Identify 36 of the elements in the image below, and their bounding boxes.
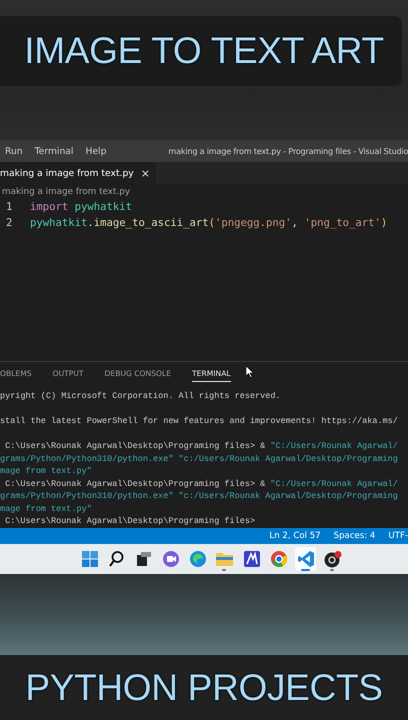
menu-item[interactable]: Help [85, 146, 106, 156]
browser-icon [190, 551, 206, 567]
folder-icon [216, 552, 233, 566]
code-line: import pywhatkit [30, 201, 132, 213]
status-item[interactable]: Ln 2, Col 57 [269, 531, 321, 541]
video-subtitle: PYTHON PROJECTS [25, 666, 383, 708]
terminal-line: pyright (C) Microsoft Corporation. All rights reserved. [0, 390, 282, 402]
window-title: making a image from text.py - Programing files - Visual Studio [168, 146, 408, 156]
chrome-icon [270, 551, 286, 567]
terminal-line: C:\Users\Rounak Agarwal\Desktop\Programing files> & "C:/Users/Rounak Agarwal/ [4, 440, 399, 452]
terminal-line: grams/Python/Python310/python.exe" "c:/Users/Rounak Agarwal/Desktop/Programing [0, 452, 399, 465]
terminal-line: mage from text.py" [0, 465, 93, 478]
close-icon[interactable]: × [140, 166, 150, 180]
terminal-line: mage from text.py" [0, 502, 93, 515]
menu-item[interactable]: Terminal [34, 146, 74, 156]
mouse-pointer-icon [246, 366, 254, 378]
search-icon [109, 551, 124, 567]
app-icon [244, 551, 260, 567]
task-view-icon [136, 552, 150, 566]
status-item[interactable]: Spaces: 4 [334, 531, 376, 541]
line-number: 2 [5, 217, 14, 229]
line-number: 1 [5, 201, 14, 213]
code-line: pywhatkit.image_to_ascii_art('pngegg.png', 'png_to_art') [30, 217, 388, 229]
chat-icon [162, 551, 178, 567]
recorder-icon [324, 550, 342, 568]
windows-logo-icon [82, 551, 98, 567]
terminal-line: C:\Users\Rounak Agarwal\Desktop\Programing files> & "C:/Users/Rounak Agarwal/ [4, 478, 399, 490]
code-editor-icon [298, 551, 314, 567]
video-title: IMAGE TO TEXT ART [24, 30, 384, 72]
menu-item[interactable]: Run [5, 146, 23, 156]
terminal-line: stall the latest PowerShell for new features and improvements! https://aka.ms/ [0, 415, 399, 428]
breadcrumb: making a image from text.py [1, 186, 132, 199]
terminal-line: C:\Users\Rounak Agarwal\Desktop\Programing files> [4, 515, 256, 528]
editor-tab[interactable]: making a image from text.py × [0, 162, 156, 184]
status-item[interactable]: UTF- [388, 531, 408, 541]
terminal-line: grams/Python/Python310/python.exe" "c:/Users/Rounak Agarwal/Desktop/Programing [0, 490, 399, 502]
